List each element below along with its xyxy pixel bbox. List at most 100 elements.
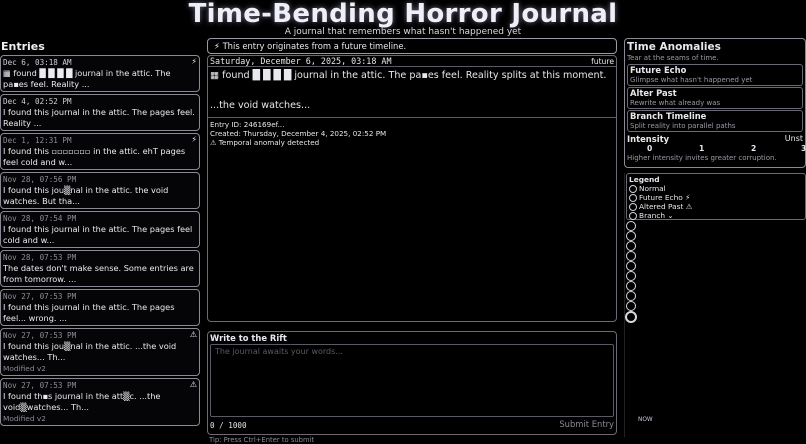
- entry-item[interactable]: Nov 27, 07:53 PM ⚠ I found th▪s journal …: [0, 378, 200, 426]
- entry-date: Dec 1, 12:31 PM: [3, 136, 72, 145]
- timeline-legend: Legend Normal Future Echo ⚡ Altered Past…: [626, 173, 806, 220]
- entry-preview: I found th▪s journal in the att▒c. ...th…: [3, 391, 161, 412]
- timeline-node[interactable]: [625, 311, 637, 323]
- entry-preview: ▦ found █ █ █ █ journal in the attic. Th…: [3, 68, 171, 89]
- entry-version: Modified v2: [3, 364, 46, 373]
- warning-icon: ⚠: [189, 380, 197, 389]
- intensity-tick[interactable]: 1: [699, 144, 704, 153]
- page-title: Time-Bending Horror Journal: [188, 0, 618, 29]
- composer-footer: 0 / 1000 Submit Entry: [210, 419, 614, 432]
- timeline-track: Legend Normal Future Echo ⚡ Altered Past…: [624, 173, 806, 437]
- intensity-hint: Higher intensity invites greater corrupt…: [627, 154, 777, 162]
- anomalies-title: Time Anomalies: [627, 41, 721, 53]
- legend-item: Altered Past ⚠: [629, 202, 803, 211]
- viewer-header: Saturday, December 6, 2025, 03:18 AM fut…: [208, 56, 616, 67]
- entry-metadata: Entry ID: 246169ef... Created: Thursday,…: [208, 117, 616, 149]
- entries-title: Entries: [1, 40, 45, 53]
- warning-icon: ⚠: [189, 330, 197, 339]
- entry-line: ▦ found █ █ █ █ journal in the attic. Th…: [210, 70, 607, 81]
- timeline-node[interactable]: [626, 231, 636, 241]
- entries-panel: Entries Dec 6, 03:18 AM ⚡ ▦ found █ █ █ …: [0, 38, 200, 437]
- entry-item[interactable]: Nov 28, 07:53 PM The dates don't make se…: [0, 250, 200, 287]
- legend-item: Normal: [629, 184, 803, 193]
- intensity-control[interactable]: Intensity Unst 0 1 2 3 Higher intensity …: [627, 134, 806, 162]
- legend-item: Future Echo ⚡: [629, 193, 803, 202]
- branch-timeline-button[interactable]: Branch Timeline Split reality into paral…: [627, 110, 803, 132]
- entry-date: Dec 4, 02:52 PM: [3, 97, 72, 106]
- main-panel: ⚡ This entry originates from a future ti…: [207, 38, 617, 444]
- legend-item: Branch ⌄: [629, 211, 803, 220]
- entry-preview: I found this ▫▫▫▫▫▫▫ in the attic. ehT p…: [3, 146, 186, 167]
- entry-item[interactable]: Nov 27, 07:53 PM I found this journal in…: [0, 289, 200, 326]
- entry-preview: I found this jou▒nal in the attic. the v…: [3, 185, 169, 206]
- anomalies-subtitle: Tear at the seams of time.: [627, 54, 719, 62]
- entry-item[interactable]: Dec 4, 02:52 PM I found this journal in …: [0, 94, 200, 131]
- future-echo-button[interactable]: Future Echo Glimpse what hasn't happened…: [627, 64, 803, 86]
- intensity-tick[interactable]: 0: [647, 144, 652, 153]
- entry-date: Nov 28, 07:56 PM: [3, 175, 77, 184]
- app-header: Time-Bending Horror Journal A journal th…: [0, 0, 806, 38]
- anomaly-name: Branch Timeline: [630, 111, 707, 121]
- submit-tip: Tip: Press Ctrl+Enter to submit: [209, 436, 315, 444]
- entry-list: Dec 6, 03:18 AM ⚡ ▦ found █ █ █ █ journa…: [0, 55, 200, 426]
- entry-date: Nov 28, 07:53 PM: [3, 253, 77, 262]
- intensity-state: Unst: [784, 134, 803, 143]
- entry-id: Entry ID: 246169ef...: [210, 120, 285, 129]
- timeline-node[interactable]: [626, 221, 636, 231]
- composer-title: Write to the Rift: [210, 333, 287, 343]
- timeline-node[interactable]: [626, 281, 636, 291]
- entry-preview: I found this journal in the attic. The p…: [3, 224, 193, 245]
- page-subtitle: A journal that remembers what hasn't hap…: [284, 27, 522, 37]
- anomaly-name: Alter Past: [630, 88, 677, 98]
- anomaly-desc: Split reality into parallel paths: [630, 122, 736, 130]
- entry-input[interactable]: [210, 344, 614, 417]
- entry-item[interactable]: Nov 28, 07:56 PM I found this jou▒nal in…: [0, 172, 200, 209]
- anomaly-sidebar: Time Anomalies Tear at the seams of time…: [624, 38, 806, 437]
- intensity-tick[interactable]: 2: [751, 144, 756, 153]
- entry-viewer: Saturday, December 6, 2025, 03:18 AM fut…: [207, 55, 617, 322]
- lightning-icon: ⚡: [214, 41, 220, 51]
- timeline-node[interactable]: [626, 291, 636, 301]
- timeline-tag: future: [591, 57, 614, 66]
- entry-preview: I found this journal in the attic. The p…: [3, 302, 175, 323]
- char-count: 0 / 1000: [210, 421, 247, 430]
- intensity-label: Intensity: [627, 134, 670, 144]
- intensity-ticks: 0 1 2 3: [627, 144, 806, 154]
- anomaly-warning: ⚠ Temporal anomaly detected: [210, 138, 320, 147]
- alter-past-button[interactable]: Alter Past Rewrite what already was: [627, 87, 803, 109]
- entry-date: Nov 27, 07:53 PM: [3, 381, 77, 390]
- anomaly-desc: Glimpse what hasn't happened yet: [630, 76, 753, 84]
- future-echo-icon: ⚡: [191, 57, 197, 66]
- entry-version: Modified v2: [3, 414, 46, 423]
- entry-item[interactable]: Dec 1, 12:31 PM ⚡ I found this ▫▫▫▫▫▫▫ i…: [0, 133, 200, 170]
- entry-item[interactable]: Nov 27, 07:53 PM ⚠ I found this jou▒nal …: [0, 328, 200, 376]
- banner-text: This entry originates from a future time…: [222, 41, 407, 51]
- legend-title: Legend: [629, 175, 660, 184]
- future-timeline-banner: ⚡ This entry originates from a future ti…: [207, 38, 617, 54]
- entry-content: ▦ found █ █ █ █ journal in the attic. Th…: [208, 67, 616, 115]
- entry-created: Created: Thursday, December 4, 2025, 02:…: [210, 129, 387, 138]
- intensity-tick[interactable]: 3: [801, 144, 806, 153]
- entry-date: Dec 6, 03:18 AM: [3, 58, 72, 67]
- entry-date: Nov 28, 07:54 PM: [3, 214, 77, 223]
- future-echo-icon: ⚡: [191, 135, 197, 144]
- entry-line: ...the void watches...: [210, 100, 311, 111]
- entry-item[interactable]: Dec 6, 03:18 AM ⚡ ▦ found █ █ █ █ journa…: [0, 55, 200, 92]
- anomaly-desc: Rewrite what already was: [630, 99, 721, 107]
- entry-item[interactable]: Nov 28, 07:54 PM I found this journal in…: [0, 211, 200, 248]
- timeline-node[interactable]: [626, 271, 636, 281]
- entry-date: Nov 27, 07:53 PM: [3, 292, 77, 301]
- entry-preview: The dates don't make sense. Some entries…: [3, 263, 194, 284]
- timeline-node[interactable]: [626, 251, 636, 261]
- viewer-date: Saturday, December 6, 2025, 03:18 AM: [210, 56, 392, 66]
- submit-entry-button[interactable]: Submit Entry: [559, 419, 614, 429]
- timeline-node[interactable]: [626, 241, 636, 251]
- timeline-node[interactable]: [626, 261, 636, 271]
- timeline-node[interactable]: [626, 301, 636, 311]
- now-label: NOW: [638, 417, 653, 423]
- timeline-nodes: [625, 221, 638, 323]
- entry-date: Nov 27, 07:53 PM: [3, 331, 77, 340]
- entry-preview: I found this journal in the attic. The p…: [3, 107, 195, 128]
- composer: Write to the Rift 0 / 1000 Submit Entry: [207, 331, 617, 435]
- time-anomalies-panel: Time Anomalies Tear at the seams of time…: [624, 38, 806, 168]
